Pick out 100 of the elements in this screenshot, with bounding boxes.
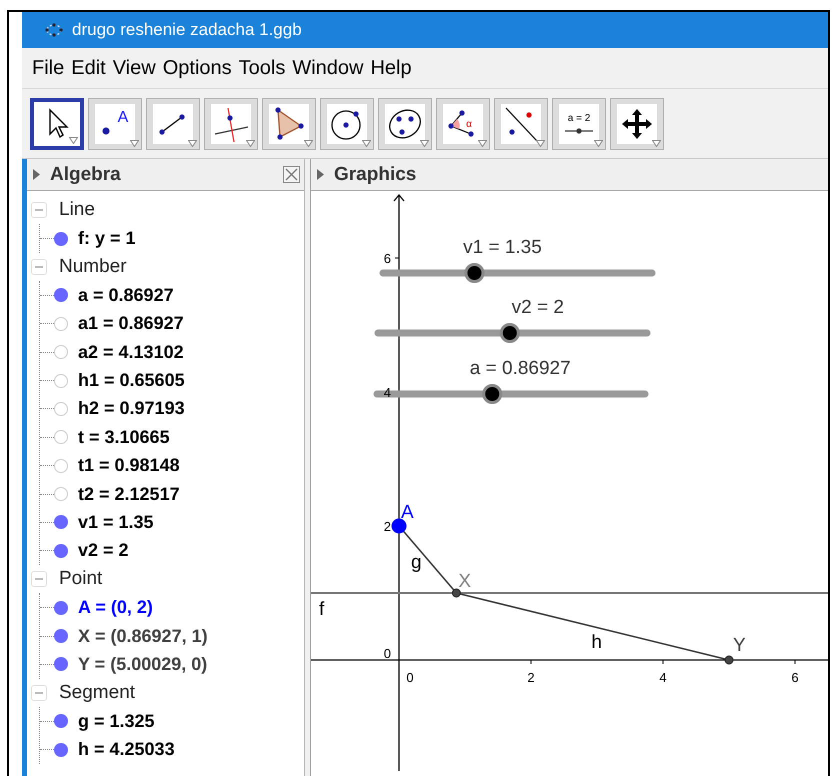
point[interactable]: [392, 518, 406, 534]
slider-thumb[interactable]: [464, 263, 484, 283]
axis-tick-label: 0: [406, 670, 414, 685]
tool-button[interactable]: [262, 98, 316, 150]
caret-icon: [594, 140, 603, 146]
visibility-dot[interactable]: [54, 316, 68, 331]
close-icon[interactable]: [283, 166, 300, 183]
algebra-entry[interactable]: h2 = 0.97193: [78, 398, 185, 420]
algebra-entry[interactable]: v2 = 2: [78, 540, 129, 562]
visibility-dot[interactable]: [54, 345, 68, 360]
caret-icon: [652, 140, 661, 146]
tool-button[interactable]: [610, 98, 664, 150]
axis-tick-label: 2: [527, 670, 535, 685]
caret-icon: [130, 140, 139, 146]
visibility-dot[interactable]: [54, 515, 68, 530]
visibility-dot[interactable]: [54, 714, 68, 728]
window-title: drugo reshenie zadacha 1.ggb: [72, 20, 302, 40]
slider-thumb[interactable]: [482, 384, 502, 404]
menu-item[interactable]: Options: [162, 56, 236, 80]
algebra-entry[interactable]: a2 = 4.13102: [78, 342, 184, 363]
menu-item[interactable]: Help: [370, 56, 416, 80]
caret-icon: [246, 140, 255, 146]
algebra-entry[interactable]: t1 = 0.98148: [78, 455, 180, 476]
algebra-entry[interactable]: t = 3.10665: [78, 426, 170, 448]
algebra-entry[interactable]: Y = (5.00029, 0): [78, 654, 208, 675]
tool-button[interactable]: a = 2: [552, 98, 606, 150]
caret-icon: [420, 140, 429, 146]
algebra-entry[interactable]: X = (0.86927, 1): [78, 626, 208, 647]
menu-item[interactable]: Tools: [238, 56, 290, 80]
slider-track[interactable]: [374, 384, 648, 404]
visibility-dot[interactable]: [54, 657, 68, 672]
visibility-dot[interactable]: [54, 288, 68, 302]
move-arrows-icon: [617, 104, 657, 144]
icon-label: A: [118, 108, 128, 126]
visibility-dot[interactable]: [54, 374, 68, 388]
menu-item[interactable]: Edit: [71, 56, 110, 80]
point-label: A: [401, 502, 414, 523]
segment-label: g: [411, 552, 422, 573]
caret-icon: [362, 140, 371, 146]
tool-button[interactable]: [30, 98, 84, 150]
visibility-dot[interactable]: [54, 232, 68, 246]
axis-tick-label: 4: [659, 670, 667, 685]
menu-item[interactable]: View: [112, 56, 160, 80]
visibility-dot[interactable]: [54, 402, 68, 416]
algebra-entry[interactable]: g = 1.325: [78, 710, 155, 732]
caret-icon: [69, 136, 78, 144]
axis-tick-label: 6: [791, 670, 799, 685]
panel-title: Algebra: [50, 164, 121, 186]
icon-label: α: [466, 118, 472, 130]
expand-triangle-icon: [317, 169, 324, 180]
caret-icon: [478, 140, 487, 146]
algebra-entry[interactable]: f: y = 1: [78, 228, 136, 250]
slider-track[interactable]: [374, 323, 650, 343]
group-label: Segment: [59, 682, 136, 704]
tool-button[interactable]: [320, 98, 374, 150]
panel-title: Graphics: [334, 164, 416, 186]
menu-item[interactable]: File: [32, 56, 68, 80]
segment-label: h: [591, 632, 602, 653]
tool-button[interactable]: A: [88, 98, 142, 150]
slider-label: v2 = 2: [512, 297, 564, 318]
caret-icon: [536, 140, 545, 146]
visibility-dot[interactable]: [54, 600, 68, 615]
algebra-entry[interactable]: A = (0, 2): [78, 597, 153, 618]
algebra-entry[interactable]: h = 4.25033: [78, 739, 175, 760]
icon-label: a = 2: [568, 112, 590, 124]
tool-button[interactable]: [146, 98, 200, 150]
app-icon: [44, 22, 64, 38]
line-point-icon: [501, 104, 541, 144]
tool-button[interactable]: [378, 98, 432, 150]
visibility-dot[interactable]: [54, 430, 68, 444]
caret-icon: [188, 140, 197, 146]
visibility-dot[interactable]: [54, 544, 68, 558]
slider-track[interactable]: [380, 263, 656, 283]
expand-triangle-icon: [33, 169, 40, 180]
slider-label: v1 = 1.35: [463, 237, 542, 258]
caret-icon: [304, 140, 313, 146]
visibility-dot[interactable]: [54, 629, 68, 644]
algebra-entry[interactable]: v1 = 1.35: [78, 512, 154, 533]
algebra-entry[interactable]: h1 = 0.65605: [78, 370, 185, 392]
algebra-entry[interactable]: t2 = 2.12517: [78, 484, 180, 505]
axis-tick-label: 0: [384, 646, 391, 661]
visibility-dot[interactable]: [54, 487, 68, 502]
axis-tick-label: 2: [384, 519, 391, 534]
menu-item[interactable]: Window: [292, 56, 368, 80]
algebra-entry[interactable]: a = 0.86927: [78, 284, 174, 306]
group-label: Point: [59, 568, 102, 590]
slider-thumb[interactable]: [500, 323, 520, 343]
point-label: X: [458, 571, 472, 592]
axis-tick-label: 6: [384, 251, 391, 266]
group-label: Line: [59, 199, 95, 222]
point[interactable]: [452, 588, 461, 598]
visibility-dot[interactable]: [54, 742, 68, 757]
tool-button[interactable]: α: [436, 98, 490, 150]
segment-icon: [153, 104, 193, 144]
line-label: f: [319, 599, 324, 620]
visibility-dot[interactable]: [54, 458, 68, 473]
group-label: Number: [59, 256, 127, 278]
algebra-entry[interactable]: a1 = 0.86927: [78, 313, 184, 334]
point[interactable]: [724, 656, 734, 664]
tool-button[interactable]: [494, 98, 548, 150]
